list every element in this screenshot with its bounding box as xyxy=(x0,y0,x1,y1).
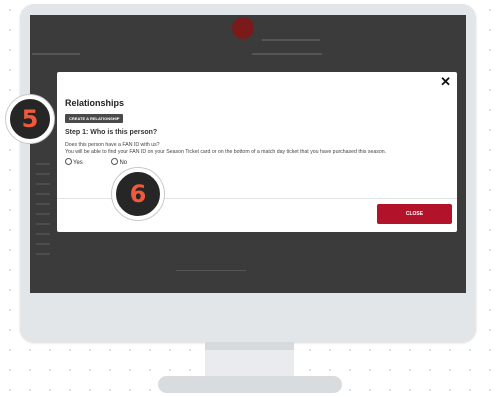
modal-title: Relationships xyxy=(65,98,125,108)
background-header-text xyxy=(252,53,322,55)
background-header-text xyxy=(262,39,320,41)
step-title: Step 1: Who is this person? xyxy=(65,129,158,136)
fan-id-help-text: You will be able to find your FAN ID on … xyxy=(65,149,387,155)
step-5-number: 5 xyxy=(21,105,39,133)
monitor-stand-base xyxy=(158,376,342,393)
close-icon[interactable]: ✕ xyxy=(440,75,451,88)
background-list xyxy=(36,163,50,263)
fan-id-question: Does this person have a FAN ID with us? xyxy=(65,142,160,148)
monitor-stand-shadow xyxy=(205,342,294,350)
step-6-badge: 6 xyxy=(112,168,164,220)
yes-radio[interactable] xyxy=(65,158,72,165)
yes-label: Yes xyxy=(73,160,83,166)
background-footer-line xyxy=(176,270,246,271)
background-logo xyxy=(232,17,254,39)
no-radio[interactable] xyxy=(111,158,119,165)
step-6-number: 6 xyxy=(129,180,147,208)
no-label: No xyxy=(119,160,128,166)
fan-id-radio-group: Yes No xyxy=(65,158,154,166)
create-relationship-button[interactable]: CREATE A RELATIONSHIP xyxy=(65,114,124,123)
background-heading xyxy=(32,53,80,55)
close-button[interactable]: CLOSE xyxy=(377,204,452,224)
option-no[interactable]: No xyxy=(111,158,127,166)
option-yes[interactable]: Yes xyxy=(65,158,83,166)
step-5-badge: 5 xyxy=(6,95,54,143)
